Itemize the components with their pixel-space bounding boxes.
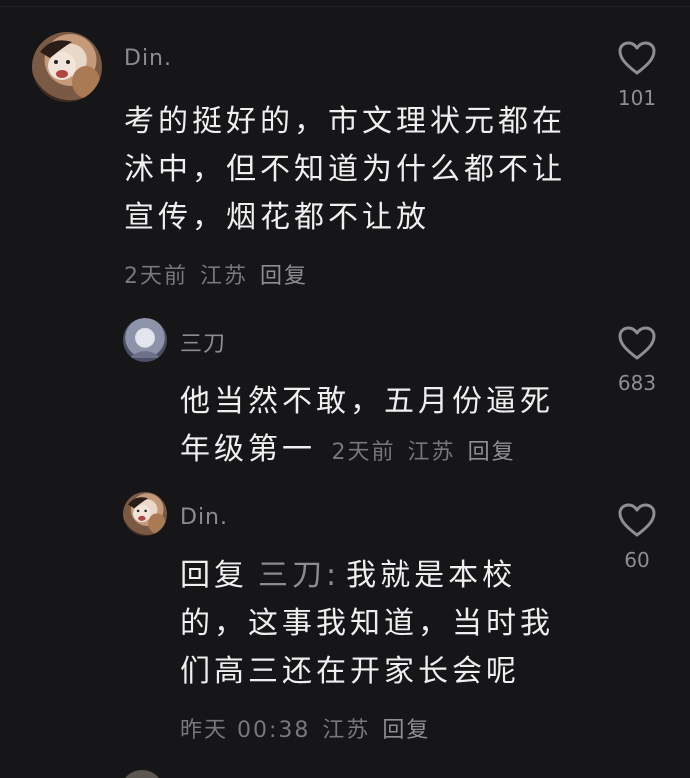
comment-text: 回复 三刀: 我就是本校 的，这事我知道，当时我 们高三还在开家长会呢	[180, 552, 600, 696]
timestamp: 2天前	[331, 440, 396, 465]
avatar-image	[129, 329, 161, 358]
comment-line-with-meta: 年级第一 2天前 江苏 回复	[180, 426, 600, 477]
avatar-image	[40, 40, 100, 98]
reply-button[interactable]: 回复	[260, 264, 308, 289]
comment-line: 我就是本校	[346, 558, 517, 593]
avatar[interactable]	[123, 318, 167, 362]
comment-thread: Din. 考的挺好的，市文理状元都在 沭中，但不知道为什么都不让 宣传，烟花都不…	[0, 0, 690, 778]
like-button[interactable]: 683	[612, 325, 662, 395]
timestamp: 2天前	[124, 264, 188, 289]
username[interactable]: 三刀	[180, 326, 226, 358]
comment-line: 年级第一	[180, 432, 316, 467]
location: 江苏	[200, 264, 249, 289]
like-count: 683	[617, 371, 657, 395]
reply-button[interactable]: 回复	[382, 718, 430, 743]
comment-line: 的，这事我知道，当时我	[180, 606, 554, 641]
avatar[interactable]	[123, 492, 167, 536]
like-count: 60	[624, 548, 650, 572]
comment-text: 他当然不敢，五月份逼死 年级第一 2天前 江苏 回复	[180, 378, 600, 477]
username[interactable]: Din.	[124, 46, 172, 71]
heart-outline-icon	[618, 41, 656, 75]
username[interactable]: Din.	[180, 505, 228, 530]
comment-meta: 昨天 00:38 江苏 回复	[180, 712, 442, 744]
location: 江苏	[322, 718, 371, 743]
avatar[interactable]	[120, 770, 164, 778]
location: 江苏	[407, 440, 456, 465]
like-count: 101	[617, 86, 657, 110]
timestamp: 昨天 00:38	[180, 718, 311, 743]
comment-meta: 2天前 江苏 回复	[332, 440, 528, 465]
heart-outline-icon	[618, 326, 656, 360]
reply-prefix: 回复	[180, 558, 248, 593]
heart-outline-icon	[618, 503, 656, 537]
comment-line: 他当然不敢，五月份逼死	[180, 384, 554, 419]
comment-line: 考的挺好的，市文理状元都在	[124, 104, 566, 139]
comment-line: 们高三还在开家长会呢	[180, 654, 520, 689]
mention-link[interactable]: 三刀:	[258, 558, 340, 593]
comment-line: 宣传，烟花都不让放	[124, 200, 430, 235]
comment-meta: 2天前 江苏 回复	[124, 258, 320, 290]
comment-line: 沭中，但不知道为什么都不让	[124, 152, 566, 187]
like-button[interactable]: 101	[612, 40, 662, 110]
divider	[0, 6, 690, 7]
avatar-image	[128, 497, 166, 534]
avatar[interactable]	[32, 32, 102, 102]
comment-line-with-mention: 回复 三刀: 我就是本校	[180, 552, 600, 600]
reply-button[interactable]: 回复	[468, 440, 516, 465]
comment-text: 考的挺好的，市文理状元都在 沭中，但不知道为什么都不让 宣传，烟花都不让放	[124, 98, 584, 242]
like-button[interactable]: 60	[612, 502, 662, 572]
